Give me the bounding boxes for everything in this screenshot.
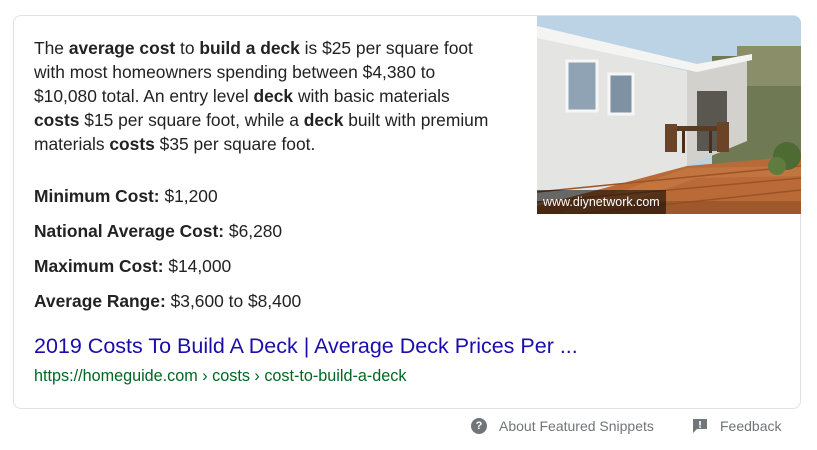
stat-label: Average Range: bbox=[34, 291, 166, 311]
snippet-description: The average cost to build a deck is $25 … bbox=[34, 36, 494, 156]
deck-photo bbox=[537, 16, 801, 214]
about-featured-snippets-link[interactable]: ? About Featured Snippets bbox=[471, 414, 654, 438]
description-text: $15 per square foot, while a bbox=[79, 110, 304, 130]
result-title-link[interactable]: 2019 Costs To Build A Deck | Average Dec… bbox=[34, 332, 578, 360]
description-text: The bbox=[34, 38, 69, 58]
stat-row-minimum: Minimum Cost: $1,200 bbox=[34, 184, 514, 219]
stat-label: Maximum Cost: bbox=[34, 256, 164, 276]
featured-snippet-card: The average cost to build a deck is $25 … bbox=[13, 15, 801, 409]
feedback-label: Feedback bbox=[720, 418, 782, 434]
feedback-flag-icon bbox=[693, 419, 707, 433]
feedback-link[interactable]: Feedback bbox=[692, 414, 781, 438]
snippet-footer: ? About Featured Snippets Feedback bbox=[0, 414, 817, 438]
description-keyword: costs bbox=[34, 110, 80, 130]
description-text: to bbox=[175, 38, 200, 58]
stat-row-average-range: Average Range: $3,600 to $8,400 bbox=[34, 289, 514, 324]
about-featured-snippets-label: About Featured Snippets bbox=[499, 418, 654, 434]
stat-row-maximum: Maximum Cost: $14,000 bbox=[34, 254, 514, 289]
stat-value: $1,200 bbox=[164, 186, 218, 206]
cost-stats: Minimum Cost: $1,200 National Average Co… bbox=[34, 184, 514, 324]
stat-value: $6,280 bbox=[228, 221, 283, 241]
description-text: with basic materials bbox=[293, 86, 450, 106]
stat-value: $3,600 to $8,400 bbox=[170, 291, 302, 311]
description-keyword: build a deck bbox=[199, 38, 300, 58]
stat-value: $14,000 bbox=[168, 256, 232, 276]
help-circle-icon: ? bbox=[471, 418, 487, 434]
stat-label: National Average Cost: bbox=[34, 221, 225, 241]
stat-row-national-average: National Average Cost: $6,280 bbox=[34, 219, 514, 254]
description-keyword: average cost bbox=[68, 38, 176, 58]
stat-label: Minimum Cost: bbox=[34, 186, 160, 206]
description-keyword: costs bbox=[109, 134, 155, 154]
deck-image[interactable]: www.diynetwork.com bbox=[537, 16, 801, 214]
image-source-caption: www.diynetwork.com bbox=[537, 190, 666, 214]
result-url-link[interactable]: https://homeguide.com › costs › cost-to-… bbox=[34, 365, 406, 387]
description-keyword: deck bbox=[253, 86, 294, 106]
description-text: $35 per square foot. bbox=[154, 134, 316, 154]
description-keyword: deck bbox=[303, 110, 344, 130]
